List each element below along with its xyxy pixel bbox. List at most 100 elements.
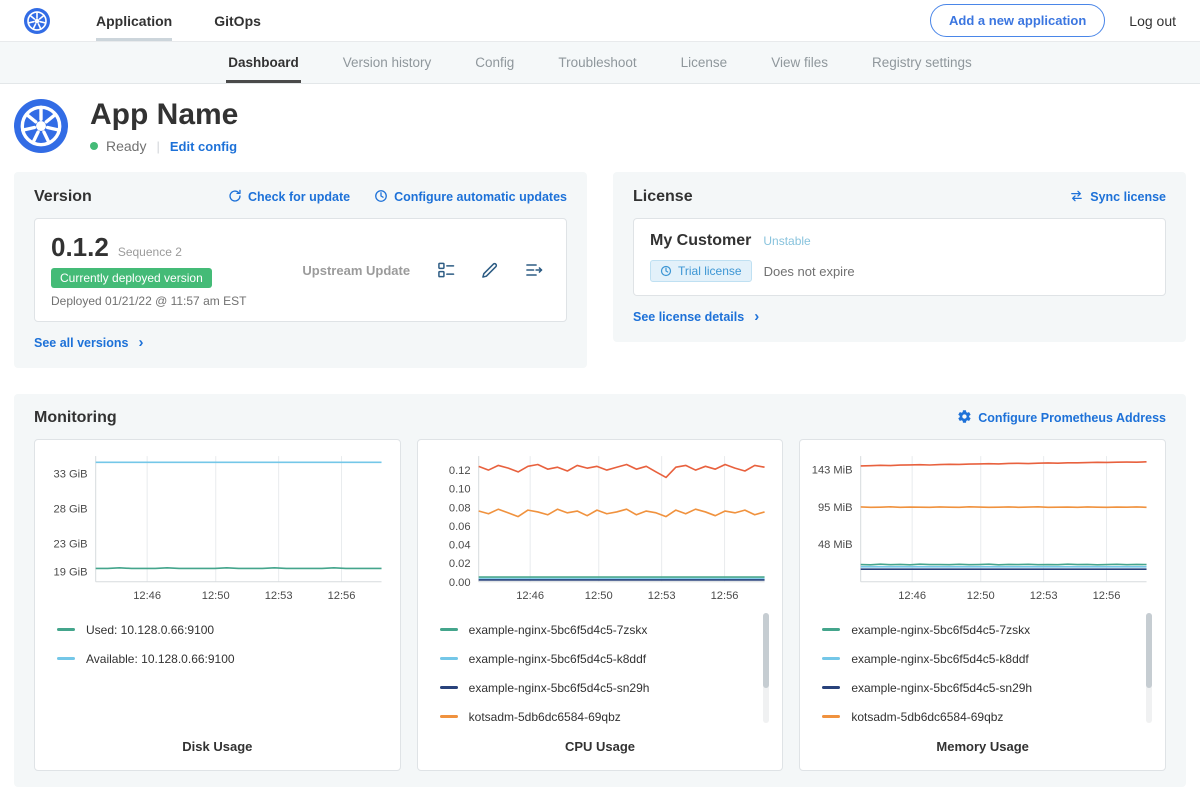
summary-cards-row: Version Check for update (14, 172, 1186, 368)
legend-color-dash (57, 657, 75, 660)
chart-title: CPU Usage (428, 729, 773, 758)
top-nav-tabs: Application GitOps (96, 0, 261, 41)
legend-color-dash (440, 628, 458, 631)
disk-usage-chart-card: 12:4612:5012:5312:5633 GiB28 GiB23 GiB19… (34, 439, 401, 771)
license-panel: License Sync license My Customer Unstabl… (613, 172, 1186, 342)
cpu-usage-legend: example-nginx-5bc6f5d4c5-7zskx example-ng… (428, 607, 773, 729)
legend-label: example-nginx-5bc6f5d4c5-k8ddf (851, 652, 1028, 666)
deployed-timestamp: Deployed 01/21/22 @ 11:57 am EST (51, 294, 246, 308)
tab-gitops[interactable]: GitOps (214, 0, 261, 41)
svg-text:12:50: 12:50 (202, 590, 230, 602)
svg-text:0.08: 0.08 (449, 502, 471, 514)
tab-application[interactable]: Application (96, 0, 172, 41)
sync-license-link[interactable]: Sync license (1069, 189, 1166, 206)
svg-text:12:50: 12:50 (584, 590, 612, 602)
legend-label: example-nginx-5bc6f5d4c5-7zskx (851, 623, 1030, 637)
version-panel-title: Version (34, 188, 92, 206)
see-license-details-link[interactable]: See license details (633, 309, 759, 326)
cpu-usage-chart-card: 12:4612:5012:5312:560.120.100.080.060.04… (417, 439, 784, 771)
svg-text:0.02: 0.02 (449, 558, 471, 570)
subnav-tab-license[interactable]: License (679, 42, 730, 83)
check-for-update-label: Check for update (248, 190, 350, 204)
svg-text:28 GiB: 28 GiB (54, 504, 88, 516)
add-application-button[interactable]: Add a new application (930, 4, 1105, 37)
currently-deployed-badge: Currently deployed version (51, 268, 212, 288)
check-for-update-link[interactable]: Check for update (228, 189, 350, 206)
app-logo-icon (14, 99, 68, 153)
edit-version-icon[interactable] (480, 260, 500, 280)
svg-text:12:56: 12:56 (1093, 590, 1121, 602)
legend-label: example-nginx-5bc6f5d4c5-7zskx (469, 623, 648, 637)
current-version-card: 0.1.2 Sequence 2 Currently deployed vers… (34, 218, 567, 322)
kubernetes-logo-icon (24, 8, 50, 34)
subnav-tab-view-files[interactable]: View files (769, 42, 830, 83)
subnav-tab-registry-settings[interactable]: Registry settings (870, 42, 974, 83)
subnav-tab-version-history[interactable]: Version history (341, 42, 434, 83)
legend-item: example-nginx-5bc6f5d4c5-sn29h (440, 673, 759, 702)
scrollbar-thumb[interactable] (1146, 613, 1152, 688)
app-header: App Name Ready | Edit config (0, 84, 1200, 170)
legend-item: example-nginx-5bc6f5d4c5-k8ddf (440, 644, 759, 673)
memory-usage-chart-card: 12:4612:5012:5312:56143 MiB95 MiB48 MiB … (799, 439, 1166, 771)
svg-text:12:50: 12:50 (967, 590, 995, 602)
gear-icon (957, 409, 972, 427)
svg-text:12:46: 12:46 (516, 590, 544, 602)
legend-label: example-nginx-5bc6f5d4c5-sn29h (469, 681, 650, 695)
svg-text:23 GiB: 23 GiB (54, 538, 88, 550)
svg-text:12:46: 12:46 (133, 590, 161, 602)
legend-item: kotsadm-5db6dc6584-69qbz (440, 702, 759, 729)
trial-license-badge: Trial license (650, 260, 752, 282)
app-name-title: App Name (90, 98, 238, 131)
trial-clock-icon (660, 265, 672, 277)
scrollbar-thumb[interactable] (763, 613, 769, 688)
legend-color-dash (822, 657, 840, 660)
version-number: 0.1.2 (51, 232, 109, 263)
charts-grid: 12:4612:5012:5312:5633 GiB28 GiB23 GiB19… (34, 439, 1166, 771)
subnav-tab-dashboard[interactable]: Dashboard (226, 42, 301, 83)
release-notes-icon[interactable] (436, 260, 456, 280)
svg-text:0.12: 0.12 (449, 465, 471, 477)
legend-color-dash (822, 628, 840, 631)
legend-item: example-nginx-5bc6f5d4c5-7zskx (822, 615, 1141, 644)
divider: | (156, 139, 159, 154)
edit-config-link[interactable]: Edit config (170, 139, 237, 154)
svg-text:12:53: 12:53 (1030, 590, 1058, 602)
disk-usage-legend: Used: 10.128.0.66:9100 Available: 10.128.… (45, 607, 390, 729)
subnav-tab-troubleshoot[interactable]: Troubleshoot (556, 42, 638, 83)
legend-label: Used: 10.128.0.66:9100 (86, 623, 214, 637)
chart-title: Memory Usage (810, 729, 1155, 758)
configure-automatic-updates-link[interactable]: Configure automatic updates (374, 189, 567, 206)
svg-text:0.10: 0.10 (449, 484, 471, 496)
see-all-versions-link[interactable]: See all versions (34, 335, 144, 352)
legend-scrollbar[interactable] (763, 613, 769, 723)
logout-link[interactable]: Log out (1129, 13, 1176, 29)
license-expiry: Does not expire (764, 264, 855, 279)
legend-item: Available: 10.128.0.66:9100 (57, 644, 376, 673)
cpu-usage-chart: 12:4612:5012:5312:560.120.100.080.060.04… (428, 450, 773, 607)
sync-arrows-icon (1069, 189, 1084, 206)
legend-label: Available: 10.128.0.66:9100 (86, 652, 235, 666)
ready-status-dot (90, 142, 98, 150)
refresh-icon (228, 189, 242, 206)
legend-color-dash (822, 715, 840, 718)
chart-title: Disk Usage (45, 729, 390, 758)
svg-text:48 MiB: 48 MiB (818, 539, 853, 551)
version-sequence: Sequence 2 (118, 245, 182, 259)
svg-text:12:56: 12:56 (328, 590, 356, 602)
svg-text:0.06: 0.06 (449, 521, 471, 533)
trial-license-label: Trial license (678, 264, 742, 278)
svg-text:12:46: 12:46 (899, 590, 927, 602)
legend-item: example-nginx-5bc6f5d4c5-sn29h (822, 673, 1141, 702)
legend-label: kotsadm-5db6dc6584-69qbz (851, 710, 1003, 724)
legend-item: Used: 10.128.0.66:9100 (57, 615, 376, 644)
memory-usage-legend: example-nginx-5bc6f5d4c5-7zskx example-ng… (810, 607, 1155, 729)
legend-color-dash (822, 686, 840, 689)
configure-prometheus-link[interactable]: Configure Prometheus Address (957, 409, 1166, 427)
subnav-tab-config[interactable]: Config (473, 42, 516, 83)
legend-color-dash (57, 628, 75, 631)
svg-text:19 GiB: 19 GiB (54, 566, 88, 578)
deploy-logs-icon[interactable] (524, 260, 544, 280)
legend-color-dash (440, 715, 458, 718)
monitoring-title: Monitoring (34, 409, 117, 427)
legend-scrollbar[interactable] (1146, 613, 1152, 723)
